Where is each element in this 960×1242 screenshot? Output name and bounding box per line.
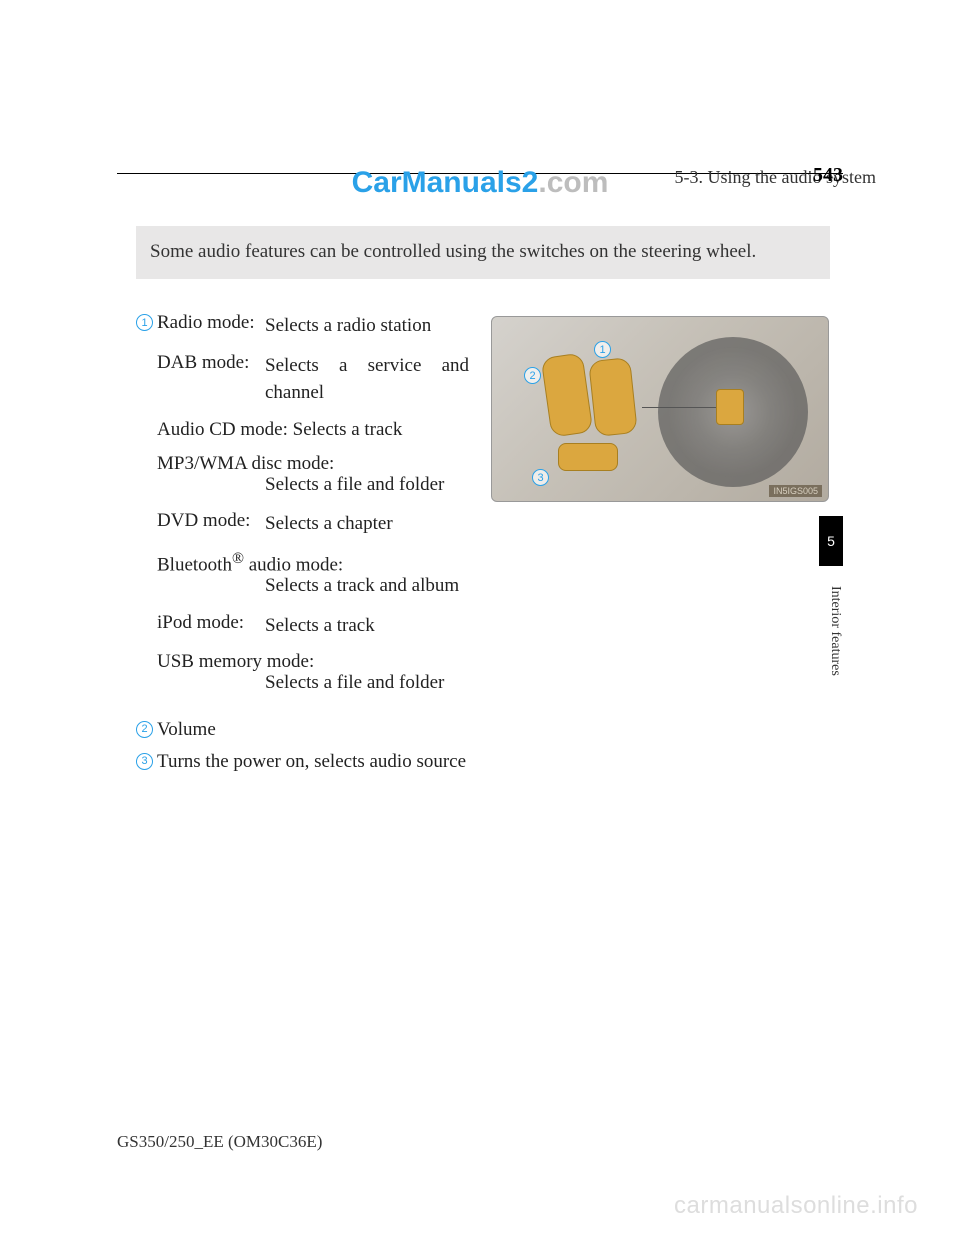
intro-box: Some audio features can be controlled us… (136, 226, 830, 279)
mode-dvd-label: DVD mode: (157, 510, 265, 532)
bullet-2: 2 (136, 721, 157, 741)
mode-radio-desc: Selects a radio station (265, 312, 469, 340)
mode-dab-label: DAB mode: (157, 352, 265, 374)
content-list: 1 Radio mode: Selects a radio station DA… (136, 312, 469, 783)
chapter-number: 5 (819, 516, 843, 566)
page: CarManuals2.com 5-3. Using the audio sys… (0, 0, 960, 1242)
watermark-bottom: carmanualsonline.info (674, 1192, 918, 1220)
figure-button-mode (558, 443, 618, 471)
figure-num-2: 2 (524, 367, 541, 384)
mode-ipod-desc: Selects a track (265, 612, 469, 640)
figure-button-1 (541, 352, 594, 437)
circle-3-icon: 3 (136, 753, 153, 770)
mode-cd-label: Audio CD mode: (157, 419, 293, 440)
mode-radio-label: Radio mode: (157, 312, 265, 334)
mode-radio: Radio mode: Selects a radio station (157, 312, 469, 340)
mode-usb-desc: Selects a file and folder (265, 669, 469, 697)
section-title: 5-3. Using the audio system (675, 167, 876, 188)
figure: 1 2 3 IN5IGS005 (491, 316, 829, 502)
footer-text: GS350/250_EE (OM30C36E) (117, 1132, 322, 1152)
mode-mp3-desc: Selects a file and folder (265, 471, 469, 499)
mode-cd-desc: Selects a track (293, 419, 403, 440)
chapter-label: Interior features (819, 586, 843, 676)
mode-dab: DAB mode: Selects a service and channel (157, 352, 469, 407)
mode-bt-sup: ® (232, 550, 244, 567)
mode-dvd-desc: Selects a chapter (265, 510, 469, 538)
figure-num-3: 3 (532, 469, 549, 486)
figure-num-1: 1 (594, 341, 611, 358)
list-item-1: 1 Radio mode: Selects a radio station DA… (136, 312, 469, 709)
page-number: 543 (813, 164, 843, 187)
figure-callout (716, 389, 744, 425)
mode-ipod-label: iPod mode: (157, 612, 265, 634)
mode-dvd: DVD mode: Selects a chapter (157, 510, 469, 538)
figure-button-2 (588, 357, 638, 437)
side-tab: 5 Interior features (819, 516, 843, 956)
list-item-3: 3 Turns the power on, selects audio sour… (136, 751, 469, 773)
item-3-text: Turns the power on, selects audio source (157, 751, 469, 773)
circle-2-icon: 2 (136, 721, 153, 738)
mode-bt-label: Bluetooth (157, 554, 232, 575)
mode-dab-desc: Selects a service and channel (265, 352, 469, 407)
item-2-text: Volume (157, 719, 469, 741)
circle-1-icon: 1 (136, 314, 153, 331)
mode-ipod: iPod mode: Selects a track (157, 612, 469, 640)
figure-controls: 1 2 3 (506, 335, 646, 485)
bullet-3: 3 (136, 753, 157, 773)
item-1-body: Radio mode: Selects a radio station DAB … (157, 312, 469, 709)
figure-code: IN5IGS005 (769, 485, 822, 497)
bullet-1: 1 (136, 314, 157, 709)
list-item-2: 2 Volume (136, 719, 469, 741)
mode-bt-desc: Selects a track and album (265, 572, 469, 600)
